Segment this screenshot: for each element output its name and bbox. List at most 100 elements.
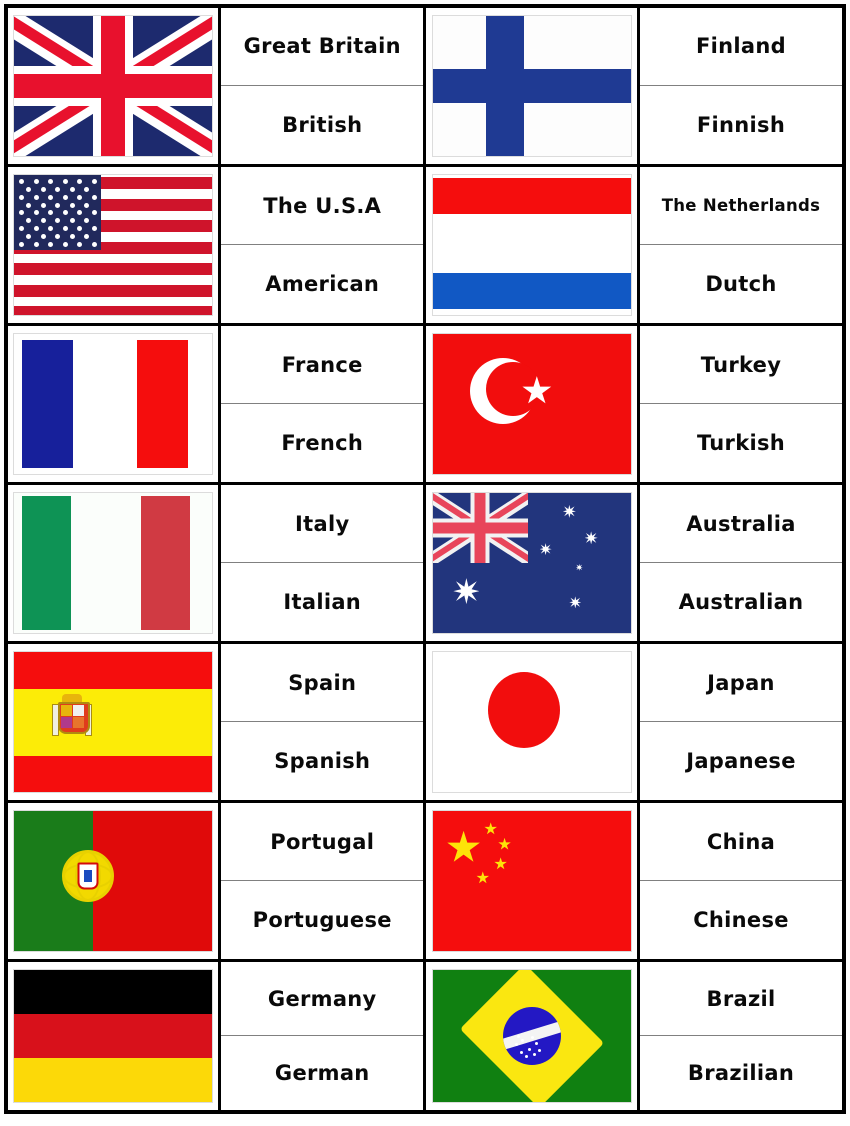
flag-cell-japan: [423, 641, 640, 804]
nationality-label-cell: German: [221, 1036, 423, 1110]
flag-brazil: [432, 970, 631, 1103]
country-name: Japan: [707, 670, 775, 695]
flag-cell-china: [423, 800, 640, 963]
country-label-cell: Brazil: [639, 962, 842, 1037]
flag-cell-netherlands: [423, 164, 640, 327]
nationality-label-cell: Finnish: [640, 86, 842, 164]
country-name: The Netherlands: [661, 195, 821, 215]
text-cell-usa: The U.S.A American: [217, 164, 427, 327]
country-name: Italy: [295, 511, 350, 536]
nationality-name: Spanish: [274, 749, 371, 774]
nationality-name: Dutch: [705, 272, 777, 297]
text-cell-finland: Finland Finnish: [636, 4, 846, 168]
nationality-label-cell: Chinese: [640, 881, 842, 959]
flag-cell-brazil: [423, 959, 640, 1114]
text-cell-italy: Italy Italian: [217, 482, 427, 645]
flag-china: [432, 811, 631, 952]
country-name: Spain: [288, 670, 357, 695]
nationality-name: Brazilian: [687, 1061, 795, 1086]
nationality-label-cell: Australian: [640, 563, 842, 641]
spain-coat-of-arms: [51, 694, 92, 738]
table-row: Spain Spanish Japan Japanese: [4, 641, 846, 804]
nationality-name: Portuguese: [252, 908, 392, 933]
flag-australia: [432, 493, 631, 634]
flag-finland: [432, 16, 631, 157]
table-row: Germany German Brazil Brazilian: [4, 959, 846, 1114]
flag-cell-australia: [423, 482, 640, 645]
country-name: Great Britain: [243, 34, 401, 59]
nationality-name: Turkish: [696, 431, 786, 456]
nationality-label-cell: Brazilian: [640, 1036, 842, 1110]
nationality-label-cell: Japanese: [640, 722, 842, 800]
text-cell-netherlands: The Netherlands Dutch: [636, 164, 846, 327]
nationality-label-cell: British: [221, 86, 423, 164]
flag-cell-united-kingdom: [4, 4, 221, 168]
nationality-name: German: [274, 1061, 370, 1086]
country-label-cell: France: [221, 326, 424, 405]
text-cell-france: France French: [217, 323, 427, 486]
flag-japan: [432, 652, 631, 793]
nationality-label-cell: Portuguese: [221, 881, 423, 959]
text-cell-china: China Chinese: [636, 800, 846, 963]
nationality-name: Australian: [678, 590, 804, 615]
nationality-name: Finnish: [696, 113, 786, 138]
text-cell-portugal: Portugal Portuguese: [217, 800, 427, 963]
country-label-cell: Italy: [221, 485, 424, 564]
nationality-label-cell: French: [221, 404, 423, 482]
country-label-cell: Finland: [639, 8, 842, 87]
table-row: France French Turkey Turkish: [4, 323, 846, 486]
nationality-name: Chinese: [693, 908, 789, 933]
text-cell-great-britain: Great Britain British: [217, 4, 427, 168]
nationality-label-cell: Dutch: [640, 245, 842, 323]
flag-turkey: [432, 334, 631, 475]
flag-cell-spain: [4, 641, 221, 804]
flag-cell-france: [4, 323, 221, 486]
flag-united-states: [14, 175, 212, 316]
country-name: Brazil: [706, 986, 776, 1011]
table-row: Great Britain British Finland Finnish: [4, 4, 846, 168]
country-name: Portugal: [270, 829, 375, 854]
nationality-label-cell: American: [221, 245, 423, 323]
nationality-name: French: [281, 431, 364, 456]
portugal-armillary-sphere: [61, 850, 114, 903]
country-name: Germany: [267, 986, 377, 1011]
flag-cell-germany: [4, 959, 221, 1114]
flag-portugal: [14, 811, 212, 952]
table-body: Great Britain British Finland Finnish Th…: [4, 4, 846, 1114]
country-label-cell: The Netherlands: [639, 167, 842, 246]
flag-worksheet: Great Britain British Finland Finnish Th…: [0, 4, 850, 1126]
country-label-cell: Great Britain: [221, 8, 424, 87]
country-label-cell: Japan: [639, 644, 842, 723]
flag-cell-italy: [4, 482, 221, 645]
text-cell-australia: Australia Australian: [636, 482, 846, 645]
table-row: Portugal Portuguese China Chinese: [4, 800, 846, 963]
country-label-cell: The U.S.A: [221, 167, 424, 246]
country-name: Turkey: [700, 352, 782, 377]
nationality-label-cell: Spanish: [221, 722, 423, 800]
table-row: Italy Italian Australia Australian: [4, 482, 846, 645]
flag-cell-portugal: [4, 800, 221, 963]
country-label-cell: Spain: [221, 644, 424, 723]
flag-spain: [14, 652, 212, 793]
flag-france: [14, 334, 212, 475]
flag-united-kingdom: [14, 16, 212, 157]
nationality-label-cell: Italian: [221, 563, 423, 641]
flag-netherlands: [432, 175, 631, 316]
country-name: France: [281, 352, 363, 377]
nationality-name: Italian: [283, 590, 362, 615]
country-label-cell: China: [639, 803, 842, 882]
text-cell-germany: Germany German: [217, 959, 427, 1114]
nationality-label-cell: Turkish: [640, 404, 842, 482]
country-label-cell: Australia: [639, 485, 842, 564]
nationality-name: Japanese: [686, 749, 796, 774]
table-row: The U.S.A American The Netherlands Dutch: [4, 164, 846, 327]
nationality-name: British: [282, 113, 363, 138]
flag-italy: [14, 493, 212, 634]
countries-nationalities-table: Great Britain British Finland Finnish Th…: [4, 4, 846, 1114]
country-name: China: [706, 829, 776, 854]
flag-germany: [14, 970, 212, 1103]
country-label-cell: Turkey: [639, 326, 842, 405]
country-name: The U.S.A: [263, 193, 382, 218]
country-name: Australia: [686, 511, 796, 536]
flag-cell-turkey: [423, 323, 640, 486]
